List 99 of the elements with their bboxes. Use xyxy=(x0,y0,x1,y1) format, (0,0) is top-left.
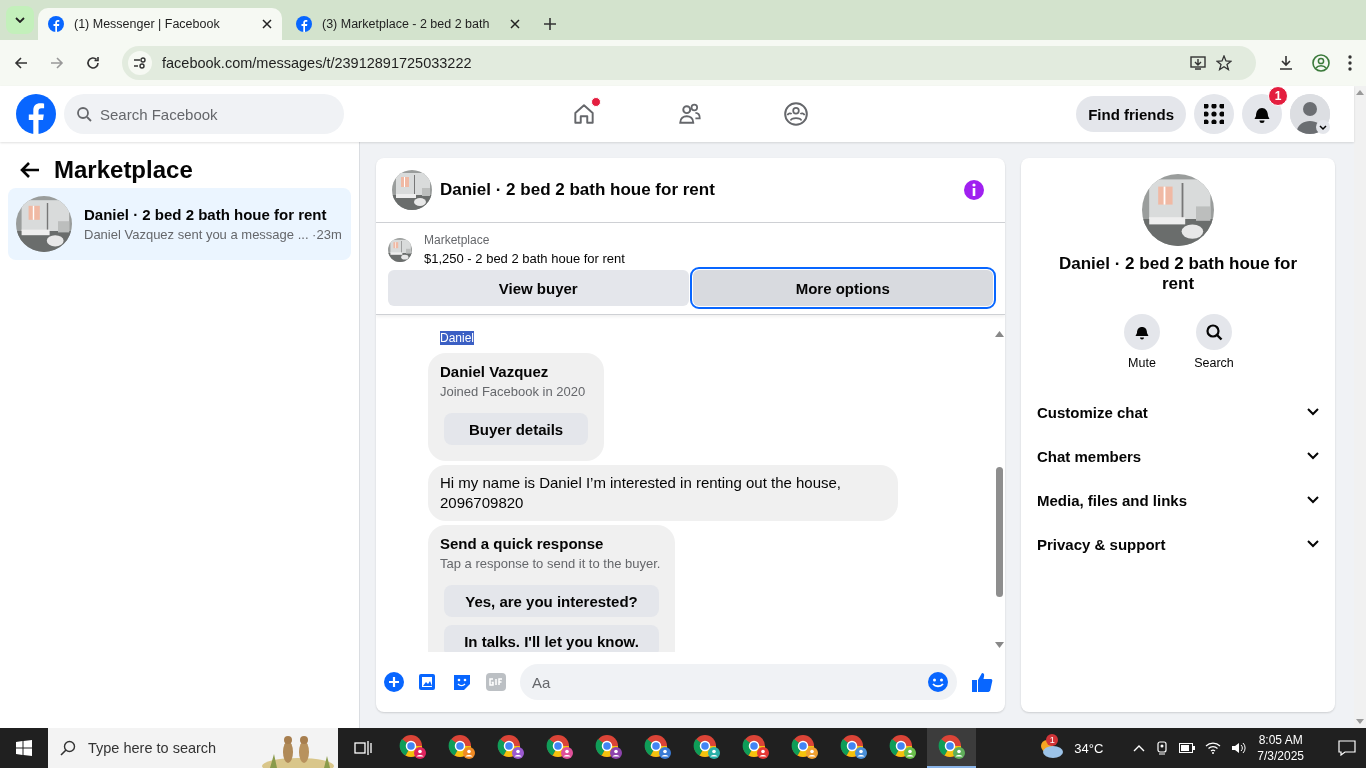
browser-profile-icon xyxy=(594,734,623,760)
scroll-down-icon[interactable] xyxy=(994,642,1004,648)
action-label: Search xyxy=(1194,356,1234,370)
close-icon[interactable] xyxy=(262,19,272,29)
friends-icon[interactable] xyxy=(677,101,704,127)
search-icon xyxy=(1204,322,1224,342)
listing-title: $1,250 - 2 bed 2 bath houe for rent xyxy=(424,251,625,266)
chat-list-item[interactable]: Daniel · 2 bed 2 bath houe for rent Daniel Vazquez sent you a message ... ·23m xyxy=(8,188,351,260)
chevron-up-icon[interactable] xyxy=(1133,744,1146,752)
chevron-icon xyxy=(1307,452,1319,460)
groups-icon[interactable] xyxy=(783,101,810,127)
battery-icon[interactable] xyxy=(1179,743,1196,753)
reload-icon[interactable] xyxy=(86,56,100,70)
chevron-icon xyxy=(15,17,25,23)
browser-taskbar-button[interactable] xyxy=(927,728,976,768)
camera-icon[interactable] xyxy=(1155,741,1170,755)
install-icon[interactable] xyxy=(1190,55,1206,71)
quick-response-button[interactable]: Yes, are you interested? xyxy=(444,585,659,617)
avatar-icon xyxy=(1290,94,1330,134)
quick-response-title: Send a quick response xyxy=(440,535,605,552)
quick-response-hint: Tap a response to send it to the buyer. xyxy=(440,556,662,571)
section-header[interactable]: Media, files and links xyxy=(1021,478,1335,522)
listing-label: Marketplace xyxy=(424,233,491,247)
temperature-text: 34°C xyxy=(1074,740,1104,756)
browser-profile-icon xyxy=(643,734,672,760)
chevron-icon xyxy=(1307,496,1319,504)
menu-icon[interactable] xyxy=(1348,55,1352,71)
action-button[interactable]: View buyer xyxy=(388,270,689,306)
browser-tab[interactable]: (3) Marketplace - 2 bed 2 bath xyxy=(286,8,530,40)
new-tab-icon[interactable] xyxy=(544,18,556,30)
find-friends-button[interactable]: Find friends xyxy=(1076,96,1186,132)
back-icon[interactable] xyxy=(14,56,28,70)
back-arrow-icon[interactable] xyxy=(20,161,40,179)
action-label: Mute xyxy=(1128,356,1156,370)
profile-icon[interactable] xyxy=(1312,54,1330,72)
chevron-icon xyxy=(1316,120,1330,134)
browser-profile-icon xyxy=(888,734,917,760)
chevron-icon xyxy=(1307,408,1319,416)
chat-name: Daniel · 2 bed 2 bath houe for rent xyxy=(1058,254,1298,294)
action-button[interactable]: More options xyxy=(692,270,993,306)
search-icon xyxy=(76,106,92,122)
menu-button[interactable] xyxy=(1194,94,1234,134)
buyer-name: Daniel Vazquez xyxy=(440,363,550,380)
chevron-icon xyxy=(1307,540,1319,548)
notification-center-icon[interactable] xyxy=(1338,740,1356,756)
facebook-logo-icon xyxy=(48,16,64,32)
message-field[interactable]: Aa xyxy=(520,664,957,700)
task-view-icon[interactable] xyxy=(354,740,372,756)
mute-button[interactable] xyxy=(1124,314,1160,350)
section-header[interactable]: Chat members xyxy=(1021,434,1335,478)
scroll-up-icon[interactable] xyxy=(994,331,1004,337)
search-field[interactable]: Search Facebook xyxy=(64,94,344,134)
chat-title: Daniel · 2 bed 2 bath houe for rent xyxy=(440,180,716,200)
message-bubble: Hi my name is Daniel I’m interested in renting out the house, 2096709820 xyxy=(428,465,898,521)
section-header[interactable]: Privacy & support xyxy=(1021,522,1335,566)
star-icon[interactable] xyxy=(1216,55,1232,71)
forward-icon[interactable] xyxy=(50,56,64,70)
browser-profile-icon xyxy=(447,734,476,760)
grid-icon xyxy=(1204,104,1224,124)
clock-time[interactable]: 8:05 AM xyxy=(1257,732,1304,748)
quick-response-button[interactable]: In talks. I'll let you know. xyxy=(444,625,659,652)
buyer-details-button[interactable]: Buyer details xyxy=(444,413,589,445)
address-bar[interactable]: facebook.com/messages/t/23912891725033222 xyxy=(122,46,1256,80)
clock-date[interactable]: 7/3/2025 xyxy=(1257,748,1304,764)
volume-icon[interactable] xyxy=(1231,742,1248,754)
browser-profile-icon xyxy=(496,734,525,760)
photo-icon[interactable] xyxy=(418,672,438,692)
notification-badge: 1 xyxy=(1268,86,1288,106)
thumbs-up-icon[interactable] xyxy=(971,671,993,693)
browser-profile-icon xyxy=(839,734,868,760)
browser-profile-icon xyxy=(937,734,966,760)
browser-profile-icon xyxy=(692,734,721,760)
browser-tab[interactable]: (1) Messenger | Facebook xyxy=(38,8,282,40)
download-icon[interactable] xyxy=(1278,55,1294,71)
browser-profile-icon xyxy=(741,734,770,760)
browser-profile-icon xyxy=(545,734,574,760)
browser-profile-icon xyxy=(790,734,819,760)
account-button[interactable] xyxy=(1290,94,1330,134)
scrollbar-thumb[interactable] xyxy=(995,467,1003,597)
facebook-logo-icon xyxy=(296,16,312,32)
search-icon xyxy=(60,740,76,756)
browser-profile-icon xyxy=(398,734,427,760)
plus-icon[interactable] xyxy=(384,672,404,692)
search-button[interactable] xyxy=(1196,314,1232,350)
weather-badge: 1 xyxy=(1046,734,1059,746)
tab-list-button[interactable] xyxy=(6,6,34,34)
joined-text: Joined Facebook in 2020 xyxy=(440,384,587,399)
sidebar-title: Marketplace xyxy=(54,156,193,184)
emoji-icon[interactable] xyxy=(927,671,949,693)
info-icon[interactable] xyxy=(963,179,985,201)
close-icon[interactable] xyxy=(510,19,520,29)
sender-name: Daniel xyxy=(440,331,475,345)
site-settings-icon[interactable] xyxy=(133,57,147,69)
url-text: facebook.com/messages/t/23912891725033222 xyxy=(162,55,472,71)
wifi-icon[interactable] xyxy=(1205,742,1222,754)
section-header[interactable]: Customize chat xyxy=(1021,390,1335,434)
sticker-icon[interactable] xyxy=(452,672,472,692)
facebook-logo-icon[interactable] xyxy=(16,94,56,134)
windows-start-icon[interactable] xyxy=(16,740,32,756)
